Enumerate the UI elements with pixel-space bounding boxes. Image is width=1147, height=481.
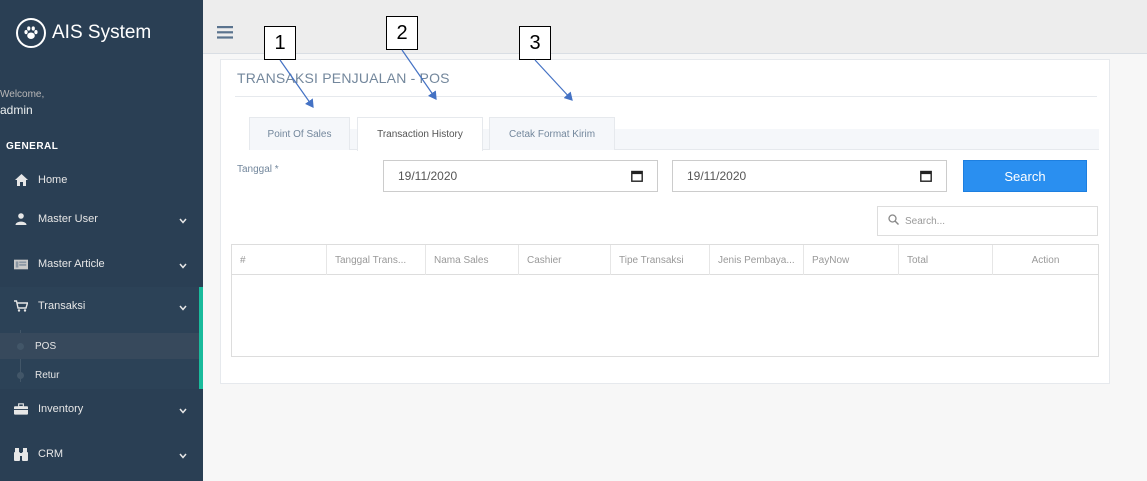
sidebar-subitem-pos[interactable]: POS (0, 333, 199, 359)
home-icon (14, 173, 28, 187)
cart-icon (14, 299, 28, 313)
callout-3: 3 (519, 26, 551, 60)
sidebar-item-transaksi[interactable]: Transaksi (0, 288, 203, 324)
column-header[interactable]: Tanggal Trans... (327, 245, 426, 275)
chevron-down-icon (179, 260, 187, 272)
table-search-input[interactable]: Search... (877, 206, 1098, 236)
main-panel: TRANSAKSI PENJUALAN - POS Point Of Sales… (220, 59, 1110, 384)
sidebar-item-master-user[interactable]: Master User (0, 201, 203, 237)
date-to-value: 19/11/2020 (687, 169, 747, 183)
tab-transaction-history[interactable]: Transaction History (357, 117, 483, 151)
column-header[interactable]: Total (899, 245, 993, 275)
username: admin (0, 103, 33, 117)
column-header[interactable]: Cashier (519, 245, 611, 275)
column-header[interactable]: Action (993, 245, 1098, 275)
user-icon (14, 212, 28, 226)
transaction-table: # Tanggal Trans... Nama Sales Cashier Ti… (231, 244, 1099, 357)
calendar-icon[interactable] (920, 170, 932, 185)
tab-label: Transaction History (377, 129, 463, 140)
briefcase-icon (14, 402, 28, 416)
column-header[interactable]: Tipe Transaksi (611, 245, 710, 275)
sidebar-subitem-label: POS (35, 340, 57, 352)
column-header[interactable]: Jenis Pembaya... (710, 245, 804, 275)
submenu-dot (17, 372, 24, 379)
section-general: GENERAL (6, 141, 59, 152)
sidebar-subitem-retur[interactable]: Retur (0, 362, 199, 388)
app-title: AIS System (52, 22, 152, 43)
submenu-dot (17, 343, 24, 350)
tab-label: Cetak Format Kirim (508, 128, 596, 140)
sidebar-subitem-label: Retur (35, 369, 60, 381)
search-icon (888, 214, 899, 228)
calendar-icon[interactable] (631, 170, 643, 185)
search-placeholder: Search... (905, 215, 946, 227)
date-from-field[interactable]: 19/11/2020 (383, 160, 658, 192)
column-header[interactable]: PayNow (804, 245, 899, 275)
tab-point-of-sales[interactable]: Point Of Sales (249, 117, 350, 150)
chevron-down-icon (179, 302, 187, 314)
sidebar-item-label: Transaksi (38, 300, 86, 312)
welcome-text: Welcome, (0, 89, 45, 100)
sidebar-item-home[interactable]: Home (0, 162, 203, 198)
chevron-down-icon (179, 450, 187, 462)
paw-icon (16, 18, 46, 48)
tab-cetak-format-kirim[interactable]: Cetak Format Kirim (489, 117, 615, 150)
sidebar-item-label: CRM (38, 448, 64, 460)
sidebar-item-crm[interactable]: CRM (0, 436, 203, 472)
sidebar-item-inventory[interactable]: Inventory (0, 391, 203, 427)
sidebar: AIS System Welcome, admin GENERAL Home M… (0, 0, 203, 481)
sidebar-item-label: Master Article (38, 258, 105, 270)
article-icon (14, 257, 28, 271)
chevron-down-icon (179, 405, 187, 417)
tab-label: Point Of Sales (267, 128, 332, 140)
date-from-value: 19/11/2020 (398, 169, 458, 183)
brand[interactable]: AIS System (0, 0, 203, 68)
top-nav (203, 0, 1147, 54)
sidebar-item-master-article[interactable]: Master Article (0, 246, 203, 282)
callout-1: 1 (264, 26, 296, 60)
page-title: TRANSAKSI PENJUALAN - POS (237, 70, 450, 86)
column-header[interactable]: Nama Sales (426, 245, 519, 275)
title-divider (235, 96, 1097, 97)
search-button[interactable]: Search (963, 160, 1087, 192)
column-header[interactable]: # (232, 245, 327, 275)
chevron-down-icon (179, 215, 187, 227)
callout-2: 2 (386, 16, 418, 50)
sidebar-item-label: Master User (38, 213, 98, 225)
date-label: Tanggal * (237, 164, 279, 175)
date-to-field[interactable]: 19/11/2020 (672, 160, 947, 192)
sidebar-item-label: Home (38, 174, 68, 186)
menu-toggle-icon[interactable] (217, 26, 233, 44)
binoculars-icon (14, 447, 28, 461)
table-header: # Tanggal Trans... Nama Sales Cashier Ti… (232, 245, 1098, 275)
sidebar-item-label: Inventory (38, 403, 84, 415)
